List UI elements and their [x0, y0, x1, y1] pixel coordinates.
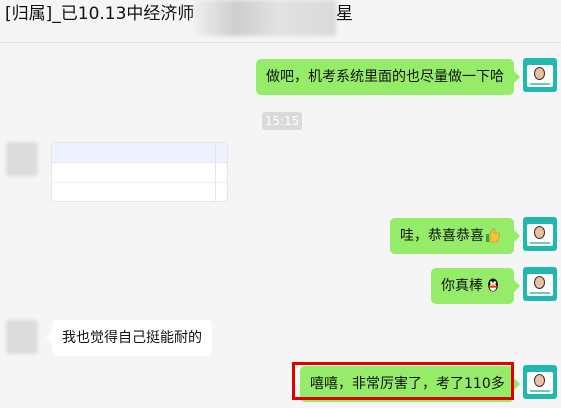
message-bubble-self[interactable]: 哇，恭喜恭喜 [390, 218, 520, 254]
chat-title-tail: 星 [336, 4, 353, 24]
message-bubble-self[interactable]: 做吧，机考系统里面的也尽量做一下哈 [256, 59, 520, 95]
avatar-other[interactable] [6, 320, 38, 354]
timestamp: 15:15 [262, 112, 302, 130]
avatar-self[interactable] [523, 267, 557, 301]
message-text: 做吧，机考系统里面的也尽量做一下哈 [266, 69, 504, 85]
avatar-other[interactable] [6, 142, 38, 176]
shared-card-message[interactable] [51, 142, 228, 202]
chat-title: [归属]_已10.13中经济师 [5, 4, 195, 24]
message-bubble-self[interactable]: 你真棒 [431, 268, 520, 304]
message-text: 我也觉得自己挺能耐的 [62, 330, 202, 346]
avatar-self[interactable] [523, 58, 557, 92]
thumbs-up-icon [486, 228, 500, 243]
avatar-self[interactable] [523, 365, 557, 399]
chat-header: [归属]_已10.13中经济师 星 [0, 0, 561, 43]
message-text: 你真棒 [441, 278, 483, 294]
qq-penguin-icon [488, 278, 498, 292]
redacted-name-blur [194, 0, 336, 36]
highlight-box [292, 362, 514, 400]
message-bubble-other[interactable]: 我也觉得自己挺能耐的 [46, 320, 212, 356]
message-text: 哇，恭喜恭喜 [400, 228, 484, 244]
avatar-self[interactable] [523, 217, 557, 251]
